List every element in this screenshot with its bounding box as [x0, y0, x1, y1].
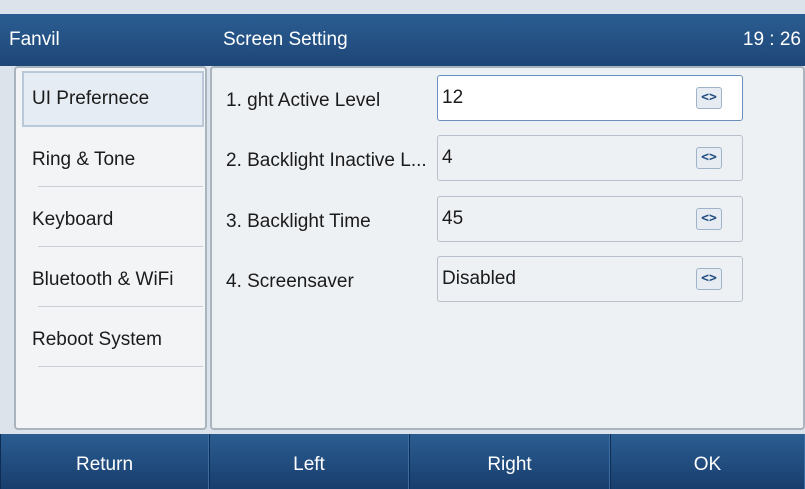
sidebar-item-ui-preference[interactable]: UI Prefernece — [22, 71, 204, 127]
divider — [38, 246, 203, 247]
setting-label-active-level: 1. ght Active Level — [226, 90, 381, 111]
field-value: Disabled — [442, 268, 516, 289]
left-softkey[interactable]: Left — [209, 434, 409, 489]
status-bar: Fanvil Screen Setting 19 : 26 — [0, 14, 805, 66]
softkey-bar: Return Left Right OK — [0, 434, 805, 489]
setting-label-inactive-level: 2. Backlight Inactive L... — [226, 150, 427, 171]
sidebar-item-label: Ring & Tone — [32, 149, 136, 170]
page-title: Screen Setting — [223, 29, 348, 50]
field-value: 45 — [442, 208, 464, 229]
sidebar-item-keyboard[interactable]: Keyboard — [22, 192, 204, 248]
sidebar-item-ring-tone[interactable]: Ring & Tone — [22, 132, 204, 188]
settings-sidebar: UI Prefernece Ring & Tone Keyboard Bluet… — [14, 66, 207, 430]
setting-label-backlight-time: 3. Backlight Time — [226, 211, 371, 232]
divider — [38, 366, 203, 367]
return-softkey[interactable]: Return — [0, 434, 209, 489]
sidebar-item-reboot-system[interactable]: Reboot System — [22, 312, 204, 368]
sidebar-item-label: Keyboard — [32, 209, 114, 230]
sidebar-item-label: Reboot System — [32, 329, 162, 350]
ok-softkey[interactable]: OK — [610, 434, 805, 489]
field-value: 4 — [442, 147, 453, 168]
clock: 19 : 26 — [742, 29, 801, 50]
screensaver-field[interactable]: Disabled <> — [437, 256, 743, 302]
backlight-time-field[interactable]: 45 <> — [437, 196, 743, 242]
left-right-arrows-icon[interactable]: <> — [696, 208, 722, 230]
field-value: 12 — [442, 87, 464, 108]
right-softkey[interactable]: Right — [409, 434, 610, 489]
sidebar-item-label: Bluetooth & WiFi — [32, 269, 174, 290]
sidebar-item-bluetooth-wifi[interactable]: Bluetooth & WiFi — [22, 252, 204, 308]
brand-label: Fanvil — [9, 29, 60, 50]
divider — [38, 306, 203, 307]
left-right-arrows-icon[interactable]: <> — [696, 87, 722, 109]
sidebar-item-label: UI Prefernece — [32, 88, 150, 109]
active-level-field[interactable]: 12 <> — [437, 75, 743, 121]
divider — [38, 186, 203, 187]
left-right-arrows-icon[interactable]: <> — [696, 147, 722, 169]
phone-screen: Fanvil Screen Setting 19 : 26 UI Prefern… — [0, 0, 805, 489]
inactive-level-field[interactable]: 4 <> — [437, 135, 743, 181]
left-right-arrows-icon[interactable]: <> — [696, 268, 722, 290]
setting-label-screensaver: 4. Screensaver — [226, 271, 354, 292]
